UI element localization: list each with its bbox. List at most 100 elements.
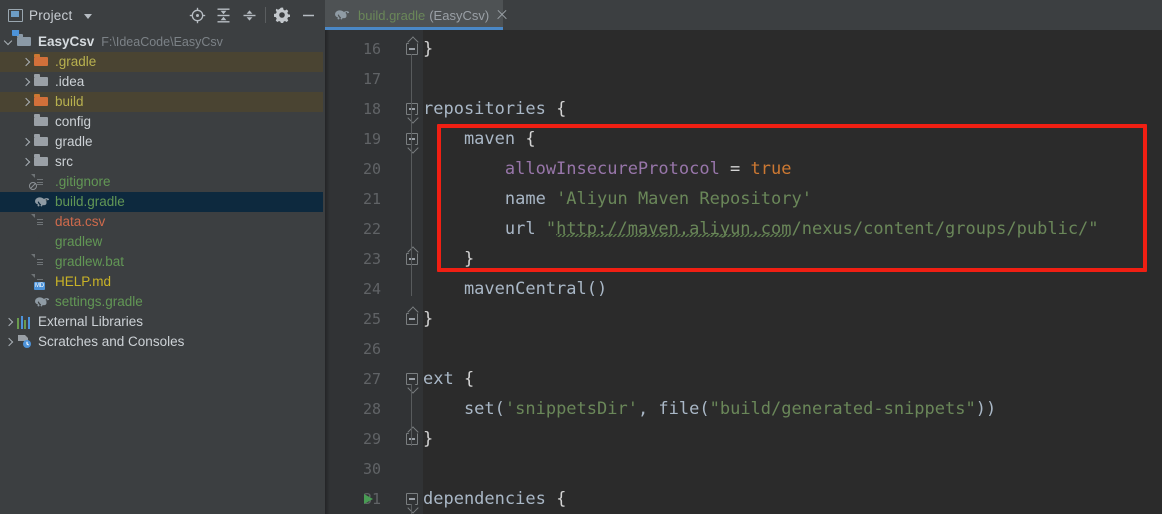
tree-item-settings-gradle[interactable]: settings.gradle — [0, 292, 325, 312]
expand-all-icon[interactable] — [210, 2, 236, 28]
code-line[interactable]: } — [423, 244, 474, 274]
line-number: 20 — [362, 160, 381, 178]
code-token: } — [423, 429, 434, 449]
code-line[interactable]: allowInsecureProtocol = true — [423, 154, 792, 184]
tree-item-label: HELP.md — [55, 274, 112, 289]
chevron-right-icon[interactable] — [21, 157, 32, 168]
chevron-down-icon[interactable] — [4, 37, 15, 48]
code-token: set( — [423, 399, 505, 419]
chevron-down-icon[interactable] — [84, 13, 93, 19]
collapse-all-icon[interactable] — [236, 2, 262, 28]
project-tool-title-group[interactable]: Project — [8, 8, 93, 23]
batch-file-icon — [34, 254, 50, 270]
tree-item-label: External Libraries — [38, 314, 144, 329]
folder-gray-icon — [34, 154, 50, 170]
code-token: { — [525, 129, 536, 149]
code-line[interactable]: } — [423, 424, 433, 454]
chevron-right-icon[interactable] — [21, 77, 32, 88]
code-token: name — [423, 189, 557, 209]
code-token: url — [423, 219, 546, 239]
tree-item-gradlew[interactable]: gradlew — [0, 232, 325, 252]
fold-end-icon[interactable] — [406, 433, 418, 445]
run-gutter-icon[interactable] — [364, 494, 373, 504]
line-number: 27 — [362, 370, 381, 388]
tree-item-scratches-and-consoles[interactable]: Scratches and Consoles — [0, 332, 325, 352]
code-line[interactable]: set('snippetsDir', file("build/generated… — [423, 394, 996, 424]
code-line[interactable]: mavenCentral() — [423, 274, 607, 304]
settings-gear-icon[interactable] — [269, 2, 295, 28]
tree-item-config[interactable]: config — [0, 112, 325, 132]
tree-item-label: gradlew.bat — [55, 254, 125, 269]
shell-script-icon — [34, 234, 50, 250]
tree-item-gradle[interactable]: gradle — [0, 132, 325, 152]
project-icon — [8, 8, 23, 22]
csv-file-icon — [34, 214, 50, 230]
fold-start-icon[interactable] — [406, 373, 418, 385]
code-token: )) — [975, 399, 997, 419]
code-token: ext — [423, 369, 464, 389]
chevron-right-icon[interactable] — [4, 317, 15, 328]
line-number: 24 — [362, 280, 381, 298]
code-line[interactable]: repositories { — [423, 94, 566, 124]
code-token: { — [556, 489, 567, 509]
chevron-right-icon[interactable] — [21, 97, 32, 108]
tree-item-data-csv[interactable]: data.csv — [0, 212, 325, 232]
fold-start-icon[interactable] — [406, 103, 418, 115]
tree-item-gradlew-bat[interactable]: gradlew.bat — [0, 252, 325, 272]
tree-item-easycsv[interactable]: EasyCsv F:\IdeaCode\EasyCsv — [0, 32, 325, 52]
tree-item-external-libraries[interactable]: External Libraries — [0, 312, 325, 332]
chevron-right-icon[interactable] — [21, 57, 32, 68]
fold-end-icon[interactable] — [406, 253, 418, 265]
fold-end-icon[interactable] — [406, 43, 418, 55]
hide-tool-window-icon[interactable] — [295, 2, 321, 28]
tree-item-idea[interactable]: .idea — [0, 72, 325, 92]
project-tool-header: Project — [0, 0, 325, 30]
code-line[interactable]: } — [423, 34, 433, 64]
fold-guide-line — [411, 504, 412, 514]
markdown-file-icon: MD — [34, 274, 50, 290]
fold-start-icon[interactable] — [406, 493, 418, 505]
gitignore-file-icon — [29, 174, 50, 190]
line-number: 26 — [362, 340, 381, 358]
code-editor[interactable]: 16} 17 18 repositories {19 maven {20 allowI… — [325, 30, 1162, 514]
locate-in-tree-icon[interactable] — [184, 2, 210, 28]
module-folder-icon — [17, 34, 33, 50]
tree-item-label: .gradle — [55, 54, 97, 69]
tab-build-gradle[interactable]: build.gradle (EasyCsv) — [325, 0, 503, 30]
code-line[interactable]: maven { — [423, 124, 536, 154]
code-line[interactable]: url "http://maven.aliyun.com/nexus/conte… — [423, 214, 1099, 244]
code-line[interactable]: name 'Aliyun Maven Repository' — [423, 184, 812, 214]
tree-item-help-md[interactable]: MD HELP.md — [0, 272, 325, 292]
tree-item-build-gradle[interactable]: build.gradle — [0, 192, 325, 212]
fold-end-icon[interactable] — [406, 313, 418, 325]
line-number: 23 — [362, 250, 381, 268]
code-line[interactable]: ext { — [423, 364, 474, 394]
chevron-right-icon[interactable] — [4, 337, 15, 348]
code-token: "build/generated-snippets" — [709, 399, 976, 419]
tab-module-name: (EasyCsv) — [429, 7, 490, 23]
inspection-squiggle — [556, 234, 792, 237]
tree-item-gradle[interactable]: .gradle — [0, 52, 325, 72]
fold-start-icon[interactable] — [406, 133, 418, 145]
fold-guide-line — [411, 384, 412, 446]
code-token: repositories — [423, 99, 557, 119]
project-tree[interactable]: EasyCsv F:\IdeaCode\EasyCsv .gradle .idea bu… — [0, 30, 325, 514]
close-icon[interactable] — [495, 8, 509, 22]
tree-item-src[interactable]: src — [0, 152, 325, 172]
code-token: 'snippetsDir' — [504, 399, 638, 419]
tree-item-label: build.gradle — [55, 194, 125, 209]
code-line[interactable]: dependencies { — [423, 484, 566, 514]
code-line[interactable]: } — [423, 304, 433, 334]
tree-item-gitignore[interactable]: .gitignore — [0, 172, 325, 192]
fold-guide-line — [411, 114, 412, 296]
line-number: 25 — [362, 310, 381, 328]
line-number: 22 — [362, 220, 381, 238]
code-token: " — [545, 219, 557, 239]
tree-item-build[interactable]: build — [0, 92, 325, 112]
code-token: true — [750, 159, 792, 179]
chevron-right-icon[interactable] — [21, 137, 32, 148]
